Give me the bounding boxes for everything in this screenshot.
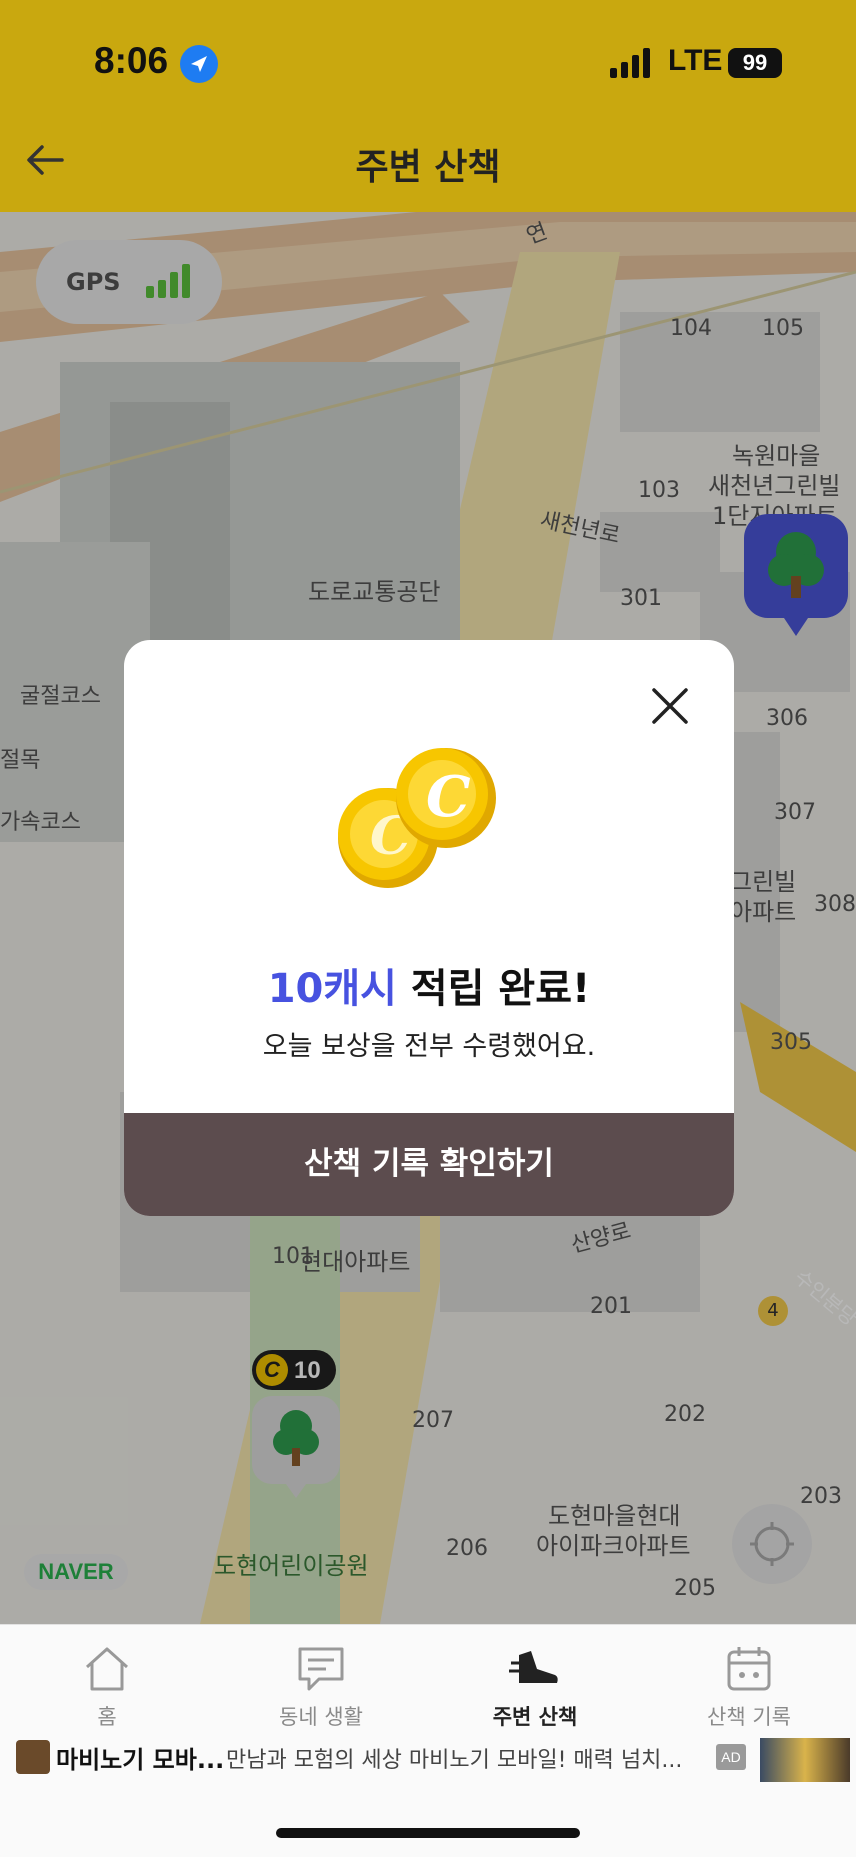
ad-thumbnail[interactable] <box>760 1738 850 1782</box>
nav-item-walk[interactable]: 주변 산책 <box>428 1643 642 1753</box>
svg-text:C: C <box>426 764 471 830</box>
reward-modal: C C 10캐시 적립 완료! 오늘 보상을 전부 수령했어요. 산책 기록 확… <box>124 640 734 1216</box>
nav-label: 주변 산책 <box>492 1705 578 1729</box>
ad-app-icon <box>16 1740 50 1774</box>
reward-amount: 10캐시 <box>267 966 397 1012</box>
nav-item-walk-history[interactable]: 산책 기록 <box>642 1643 856 1753</box>
nav-label: 홈 <box>97 1705 117 1729</box>
home-icon <box>85 1647 129 1691</box>
reward-headline-text: 적립 완료! <box>396 966 591 1012</box>
nav-item-home[interactable]: 홈 <box>0 1643 214 1753</box>
nav-label: 동네 생활 <box>279 1705 363 1729</box>
reward-headline: 10캐시 적립 완료! <box>124 956 734 1014</box>
battery-indicator: 99 <box>728 48 782 78</box>
signal-icon <box>610 48 654 80</box>
location-arrow-icon <box>180 45 218 83</box>
close-button[interactable] <box>648 684 692 728</box>
calendar-icon <box>727 1647 771 1691</box>
close-icon <box>652 688 688 724</box>
home-indicator[interactable] <box>276 1828 580 1838</box>
coins-illustration: C C <box>334 742 504 892</box>
shoe-icon <box>509 1651 558 1683</box>
view-walk-history-button[interactable]: 산책 기록 확인하기 <box>124 1113 734 1216</box>
page-title: 주변 산책 <box>355 147 501 188</box>
ad-badge: AD <box>716 1744 746 1770</box>
status-time: 8:06 <box>94 40 169 81</box>
ad-description[interactable]: 만남과 모험의 세상 마비노기 모바일! 매력 넘치... <box>226 1742 682 1774</box>
network-type: LTE <box>668 44 723 77</box>
ad-title[interactable]: 마비노기 모바... <box>56 1740 224 1775</box>
reward-subtitle: 오늘 보상을 전부 수령했어요. <box>262 1031 596 1062</box>
nav-label: 산책 기록 <box>707 1705 791 1729</box>
chat-icon <box>298 1647 344 1691</box>
nav-item-community[interactable]: 동네 생활 <box>214 1643 428 1753</box>
